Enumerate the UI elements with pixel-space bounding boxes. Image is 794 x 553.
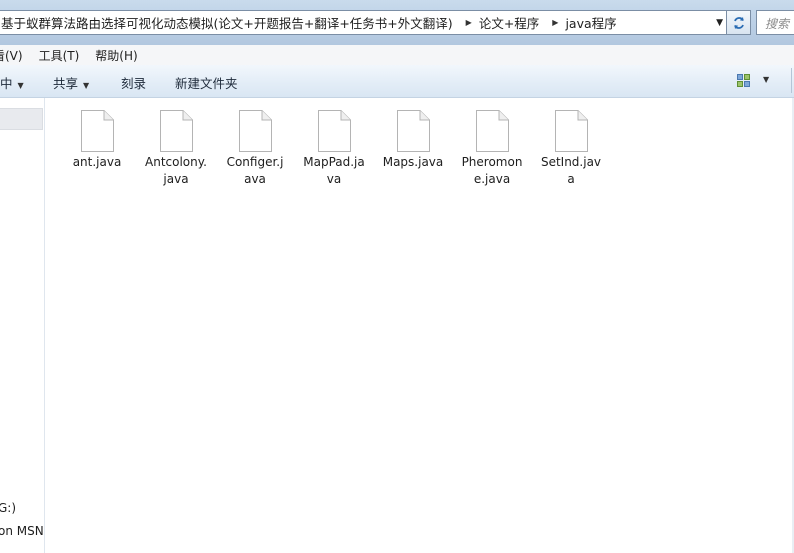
address-row: 基于蚁群算法路由选择可视化动态模拟(论文+开题报告+翻译+任务书+外文翻译) ▶…: [0, 0, 794, 45]
breadcrumb-current[interactable]: java程序: [563, 13, 624, 32]
file-item[interactable]: Configer.j ava: [218, 110, 292, 188]
share-label: 共享: [53, 76, 79, 91]
view-dropdown-icon[interactable]: ▼: [763, 75, 769, 84]
file-item[interactable]: Maps.java: [376, 110, 450, 171]
nav-item-drive[interactable]: G:): [0, 501, 16, 515]
command-bar: 中 ▼ 共享 ▼ 刻录 新建文件夹 ▼: [0, 65, 794, 98]
document-icon: [318, 110, 351, 152]
menu-tools[interactable]: 工具(T): [31, 47, 88, 64]
breadcrumb-folder[interactable]: 论文+程序: [477, 13, 547, 32]
search-input[interactable]: 搜索: [756, 10, 794, 35]
menu-bar: 看(V) 工具(T) 帮助(H): [0, 45, 794, 66]
file-name: MapPad.ja va: [303, 155, 365, 186]
share-button[interactable]: 共享 ▼: [53, 73, 89, 92]
file-name: SetInd.jav a: [540, 155, 602, 186]
file-item[interactable]: MapPad.ja va: [297, 110, 371, 188]
refresh-icon: [733, 16, 744, 29]
menu-view[interactable]: 看(V): [0, 47, 31, 64]
view-options-icon[interactable]: [737, 74, 750, 87]
breadcrumb-separator-icon[interactable]: ▶: [461, 18, 477, 27]
file-item[interactable]: SetInd.jav a: [534, 110, 608, 188]
menu-help[interactable]: 帮助(H): [87, 47, 145, 64]
file-name: Pheromon e.java: [461, 155, 523, 186]
nav-selected-item[interactable]: [0, 108, 43, 130]
file-name: Antcolony. java: [145, 155, 207, 186]
include-label: 中: [0, 76, 13, 91]
document-icon: [239, 110, 272, 152]
file-name: Configer.j ava: [226, 155, 284, 186]
document-icon: [397, 110, 430, 152]
document-icon: [476, 110, 509, 152]
nav-item-msn[interactable]: on MSN: [0, 524, 44, 538]
chevron-down-icon: ▼: [83, 81, 90, 90]
address-bar[interactable]: 基于蚁群算法路由选择可视化动态模拟(论文+开题报告+翻译+任务书+外文翻译) ▶…: [0, 10, 727, 35]
document-icon: [160, 110, 193, 152]
chevron-down-icon: ▼: [17, 81, 24, 90]
file-item[interactable]: Pheromon e.java: [455, 110, 529, 188]
refresh-button[interactable]: [727, 10, 751, 35]
document-icon: [555, 110, 588, 152]
document-icon: [81, 110, 114, 152]
address-dropdown-icon[interactable]: ▼: [716, 18, 723, 28]
include-in-library-button[interactable]: 中 ▼: [0, 73, 24, 92]
breadcrumb-root[interactable]: 基于蚁群算法路由选择可视化动态模拟(论文+开题报告+翻译+任务书+外文翻译): [0, 13, 461, 32]
file-item[interactable]: ant.java: [60, 110, 134, 171]
burn-button[interactable]: 刻录: [121, 73, 146, 92]
file-item[interactable]: Antcolony. java: [139, 110, 213, 188]
file-name: ant.java: [72, 155, 122, 169]
breadcrumb-separator-icon[interactable]: ▶: [547, 18, 563, 27]
file-name: Maps.java: [382, 155, 444, 169]
new-folder-button[interactable]: 新建文件夹: [175, 73, 238, 92]
navigation-pane: G:) on MSN: [0, 98, 45, 553]
